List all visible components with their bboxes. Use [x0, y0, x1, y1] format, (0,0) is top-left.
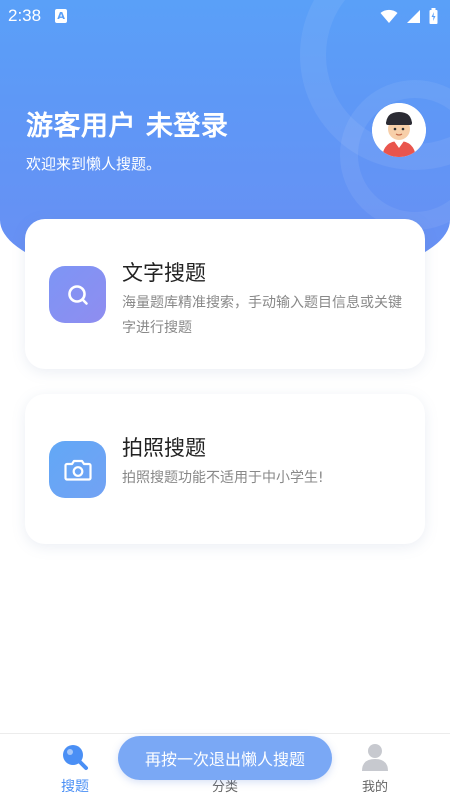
text-search-card[interactable]: 文字搜题 海量题库精准搜索，手动输入题目信息或关键字进行搜题: [25, 219, 425, 369]
search-icon: [67, 284, 88, 305]
user-title[interactable]: 游客用户 未登录: [26, 104, 228, 143]
search-tab-icon: [63, 745, 88, 770]
text-search-icon-tile: [49, 266, 106, 323]
profile-tab-icon: [362, 744, 388, 771]
camera-icon: [63, 459, 92, 481]
card-description: 拍照搜题功能不适用于中小学生!: [122, 470, 324, 486]
status-time: 2:38: [8, 6, 42, 25]
card-title: 拍照搜题: [122, 436, 206, 460]
card-title: 文字搜题: [122, 261, 206, 285]
welcome-text: 欢迎来到懒人搜题。: [26, 155, 162, 173]
tab-profile[interactable]: 我的: [325, 734, 425, 800]
card-description: 海量题库精准搜索，手动输入题目信息或关键字进行搜题: [122, 295, 402, 336]
notification-a-icon: A: [55, 9, 68, 23]
tab-label: 搜题: [61, 779, 89, 795]
status-bar: 2:38 A: [0, 0, 450, 32]
avatar-icon: [372, 103, 426, 157]
photo-search-card[interactable]: 拍照搜题 拍照搜题功能不适用于中小学生!: [25, 394, 425, 544]
avatar[interactable]: [372, 103, 426, 157]
battery-icon: [429, 8, 438, 24]
tab-search[interactable]: 搜题: [25, 734, 125, 800]
wifi-icon: [380, 9, 398, 23]
signal-icon: [407, 9, 420, 23]
exit-toast: 再按一次退出懒人搜题: [118, 736, 332, 780]
tab-label: 我的: [361, 780, 388, 795]
photo-search-icon-tile: [49, 441, 106, 498]
